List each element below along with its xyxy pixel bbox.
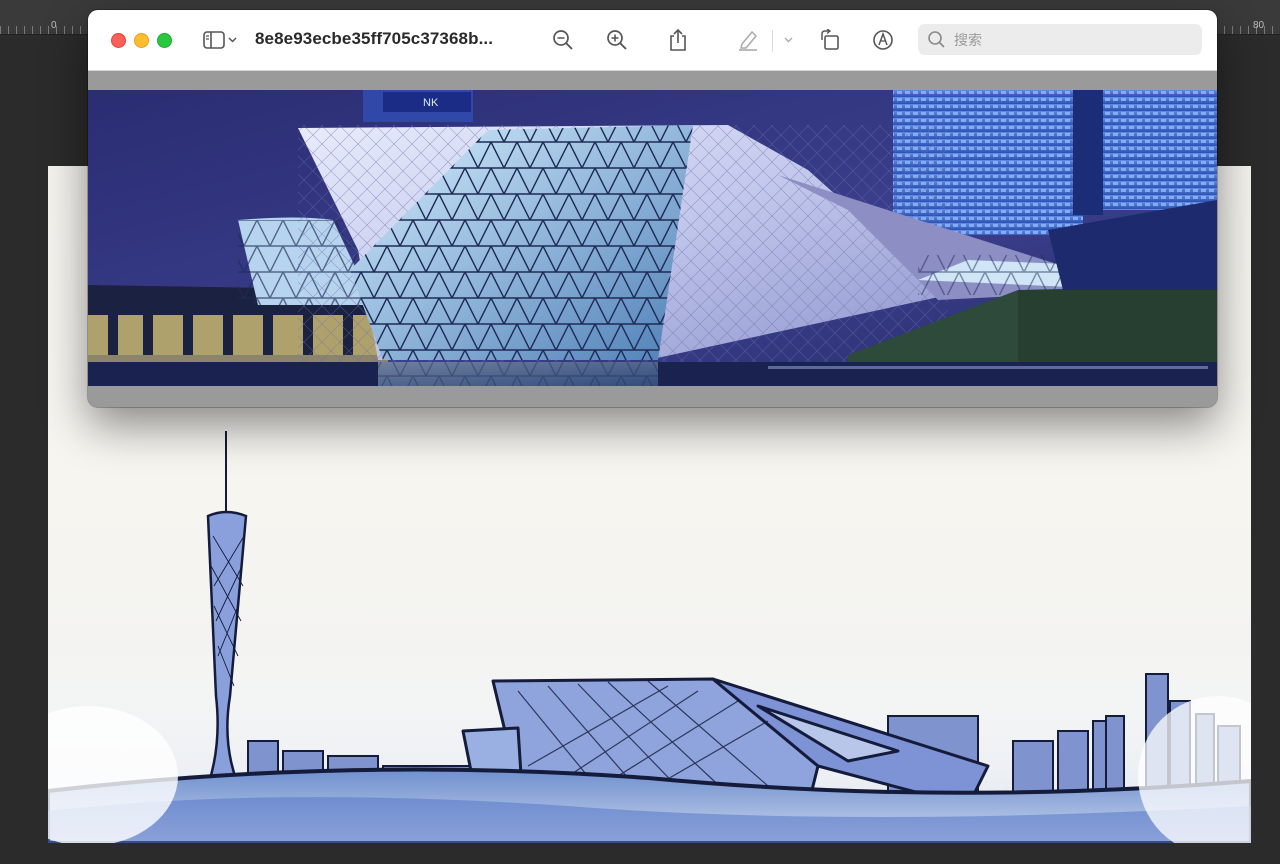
highlighter-icon [737,29,759,51]
chevron-down-icon [784,37,793,43]
desktop: 0 80 8e8e93ecbe35ff705c37368b... 搜索 NK [0,0,1280,864]
search-input[interactable] [952,28,1196,53]
opera-house-photo: NK [88,90,1217,386]
share-icon [668,28,688,52]
close-window-button[interactable] [111,33,126,48]
preview-window: 8e8e93ecbe35ff705c37368b... 搜索 NK [88,10,1217,407]
chevron-down-icon [228,37,237,43]
minimize-window-button[interactable] [134,33,149,48]
zoom-out-icon [552,29,574,51]
zoom-in-icon [606,29,628,51]
sidebar-toggle-button[interactable] [200,26,240,54]
ruler-label-zero: 0 [51,20,57,31]
markup-icon [872,29,894,51]
tower-sign-text: NK [423,97,439,109]
document-image: NK [88,90,1217,386]
zoom-out-button[interactable] [550,26,576,54]
sidebar-icon [203,31,225,49]
maximize-window-button[interactable] [157,33,172,48]
toolbar-divider [772,30,773,52]
search-field[interactable] [918,24,1202,55]
zoom-in-button[interactable] [604,26,630,54]
rotate-icon [819,29,841,51]
highlight-options-button[interactable] [780,26,796,54]
titlebar: 8e8e93ecbe35ff705c37368b... [88,10,1217,71]
search-icon [927,30,946,54]
highlight-button[interactable] [736,26,760,54]
markup-button[interactable] [871,26,895,54]
share-button[interactable] [666,26,690,54]
rotate-button[interactable] [818,26,842,54]
ruler-label-right: 80 [1253,20,1265,31]
document-title: 8e8e93ecbe35ff705c37368b... [255,29,494,48]
